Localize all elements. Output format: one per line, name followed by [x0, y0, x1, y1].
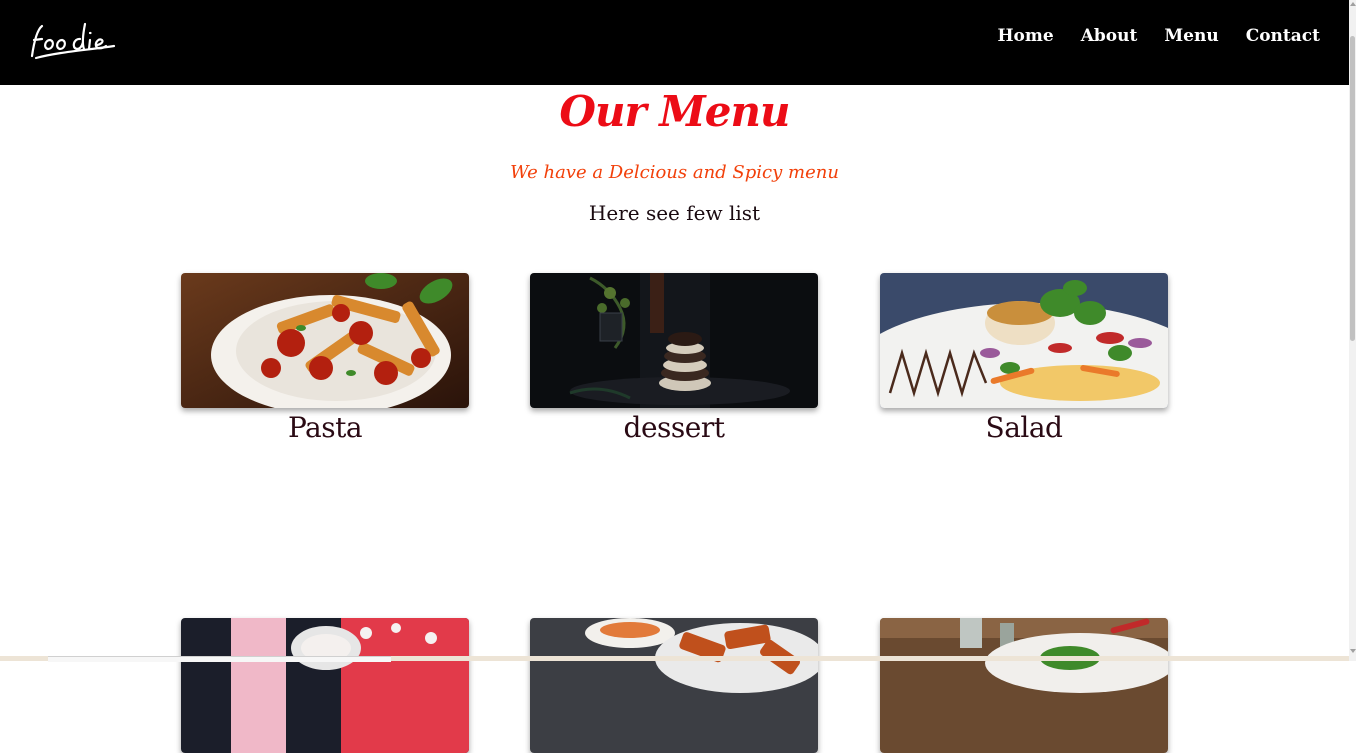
menu-card-salad[interactable] [880, 273, 1168, 408]
bottom-strip-box [48, 656, 391, 662]
bottom-page-strip [0, 656, 1349, 662]
menu-card-label-pasta: Pasta [287, 411, 363, 444]
nav-about-link[interactable]: About [1081, 26, 1138, 46]
menu-card-tandoori[interactable] [530, 618, 818, 753]
vertical-scrollbar[interactable] [1349, 0, 1356, 661]
menu-section-title: Our Menu [559, 87, 790, 136]
menu-card-label-salad: Salad [985, 411, 1063, 444]
pink-drink-photo [181, 618, 469, 753]
menu-card-dessert[interactable] [530, 273, 818, 408]
tandoori-photo [530, 618, 818, 753]
menu-card-dish[interactable] [880, 618, 1168, 753]
foodie-logo[interactable] [28, 20, 120, 62]
nav-menu: Home About Menu Contact [997, 26, 1320, 46]
scroll-down-arrow-icon[interactable] [1350, 649, 1356, 653]
salad-photo [880, 273, 1168, 408]
menu-card-label-dessert: dessert [623, 411, 725, 444]
menu-card-pasta[interactable] [181, 273, 469, 408]
scroll-up-arrow-icon[interactable] [1350, 2, 1356, 6]
scrollbar-thumb[interactable] [1350, 36, 1355, 341]
menu-tagline: We have a Delcious and Spicy menu [510, 162, 839, 183]
nav-contact-link[interactable]: Contact [1246, 26, 1320, 46]
nav-menu-link[interactable]: Menu [1164, 26, 1218, 46]
dessert-photo [530, 273, 818, 408]
menu-card-drink[interactable] [181, 618, 469, 753]
dish-photo [880, 618, 1168, 753]
nav-home-link[interactable]: Home [997, 26, 1053, 46]
top-navbar: Home About Menu Contact [0, 0, 1349, 85]
menu-subtag: Here see few list [588, 201, 761, 225]
foodie-logo-mark [30, 22, 116, 60]
pasta-photo [181, 273, 469, 408]
